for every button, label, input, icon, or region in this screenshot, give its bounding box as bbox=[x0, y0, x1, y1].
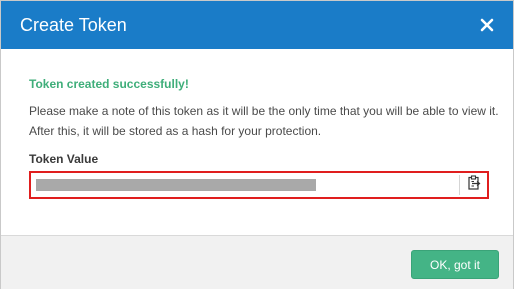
dialog-footer: OK, got it bbox=[1, 235, 513, 289]
ok-got-it-button[interactable]: OK, got it bbox=[411, 250, 499, 279]
copy-token-button[interactable] bbox=[463, 175, 485, 195]
token-note: Please make a note of this token as it w… bbox=[29, 101, 499, 141]
dialog-header: Create Token bbox=[1, 1, 513, 49]
close-icon bbox=[480, 18, 494, 32]
success-message: Token created successfully! bbox=[29, 77, 189, 91]
token-value-redacted[interactable] bbox=[36, 179, 316, 191]
close-button[interactable] bbox=[475, 13, 499, 37]
token-note-line-2: After this, it will be stored as a hash … bbox=[29, 124, 322, 138]
dialog-body: Token created successfully! Please make … bbox=[1, 49, 513, 235]
token-value-field[interactable] bbox=[29, 171, 489, 199]
clipboard-copy-icon bbox=[467, 175, 481, 195]
token-note-line-1: Please make a note of this token as it w… bbox=[29, 104, 499, 118]
field-divider bbox=[459, 175, 460, 195]
token-value-label: Token Value bbox=[29, 152, 99, 166]
create-token-dialog: Create Token Token created successfully!… bbox=[0, 0, 514, 289]
dialog-title: Create Token bbox=[20, 15, 127, 35]
